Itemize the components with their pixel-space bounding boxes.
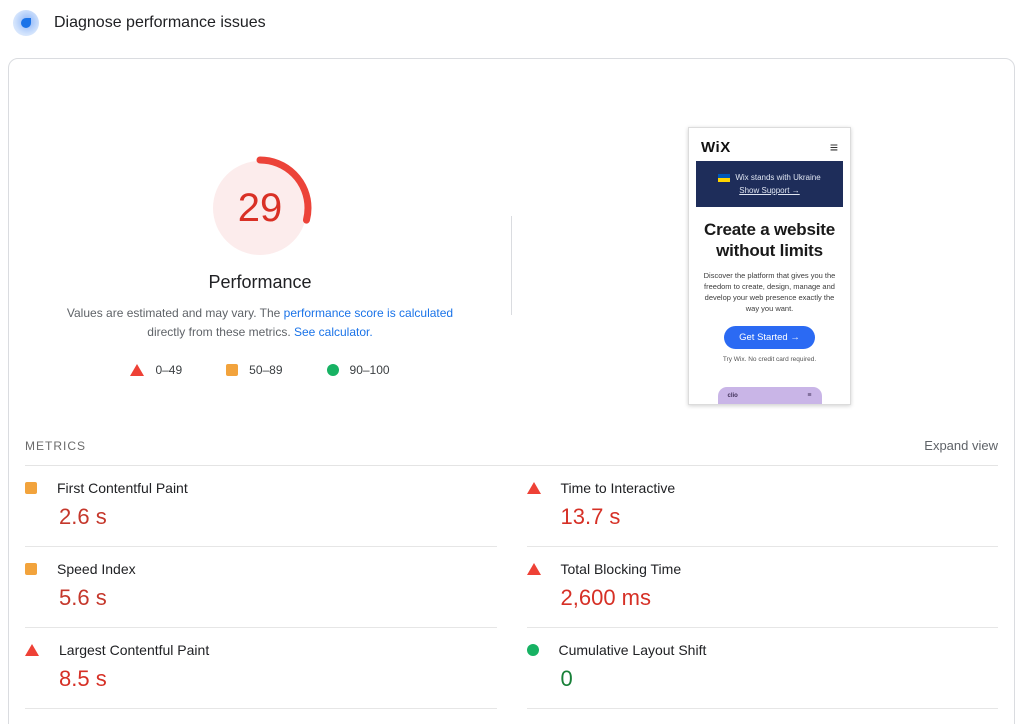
metrics-grid: First Contentful Paint 2.6 s Speed Index… <box>25 466 998 709</box>
score-calculated-link[interactable]: performance score is calculated <box>284 306 453 320</box>
chip-logo: clio <box>728 393 738 399</box>
metrics-header: METRICS Expand view <box>25 431 998 466</box>
metric-name: Time to Interactive <box>561 480 676 496</box>
disclaimer-text: Values are estimated and may vary. The <box>67 306 284 320</box>
performance-label: Performance <box>208 272 311 293</box>
screenshot-hero-heading: Create a website without limits <box>700 219 839 262</box>
banner-text: Wix stands with Ukraine <box>735 173 820 182</box>
metric-status-icon <box>25 482 37 494</box>
metric-name: Largest Contentful Paint <box>59 642 209 658</box>
metric-speed-index: Speed Index 5.6 s <box>25 547 497 628</box>
metric-name: First Contentful Paint <box>57 480 188 496</box>
legend-item-fail: 0–49 <box>130 363 182 377</box>
metric-largest-contentful-paint: Largest Contentful Paint 8.5 s <box>25 628 497 709</box>
metrics-section-title: METRICS <box>25 439 86 453</box>
score-pane: 29 Performance Values are estimated and … <box>9 59 511 377</box>
speedometer-needle-icon <box>21 18 31 28</box>
metric-value: 2,600 ms <box>561 585 999 611</box>
metric-value: 0 <box>561 666 999 692</box>
page-header: Diagnose performance issues <box>0 0 266 46</box>
metric-value: 5.6 s <box>59 585 497 611</box>
legend-range: 0–49 <box>155 363 182 377</box>
metric-status-icon <box>527 482 541 494</box>
score-disclaimer: Values are estimated and may vary. The p… <box>60 304 460 342</box>
metric-status-icon <box>527 563 541 575</box>
ukraine-flag-icon <box>718 174 730 182</box>
performance-score-value: 29 <box>205 153 315 263</box>
metric-name: Speed Index <box>57 561 136 577</box>
metric-value: 13.7 s <box>561 504 999 530</box>
final-screenshot-thumbnail[interactable]: WiX ≡ Wix stands with Ukraine Show Suppo… <box>688 127 851 405</box>
chip-hamburger-icon: ≡ <box>807 392 811 399</box>
performance-report-card: 29 Performance Values are estimated and … <box>8 58 1015 724</box>
hamburger-menu-icon: ≡ <box>830 139 838 155</box>
screenshot-hero-body: Discover the platform that gives you the… <box>699 270 840 315</box>
vertical-divider <box>511 216 512 315</box>
screenshot-bottom-chip: clio ≡ <box>718 387 822 404</box>
screenshot-fine-print: Try Wix. No credit card required. <box>696 356 843 363</box>
legend-range: 90–100 <box>350 363 390 377</box>
metric-status-icon <box>25 644 39 656</box>
screenshot-ukraine-banner: Wix stands with Ukraine Show Support → <box>696 161 843 207</box>
expand-view-button[interactable]: Expand view <box>924 438 998 453</box>
metric-time-to-interactive: Time to Interactive 13.7 s <box>527 466 999 547</box>
pass-circle-icon <box>327 364 339 376</box>
page-title: Diagnose performance issues <box>54 14 266 32</box>
metric-cumulative-layout-shift: Cumulative Layout Shift 0 <box>527 628 999 709</box>
wix-logo: WiX <box>701 139 731 156</box>
metric-first-contentful-paint: First Contentful Paint 2.6 s <box>25 466 497 547</box>
performance-score-gauge: 29 <box>205 153 315 263</box>
metric-total-blocking-time: Total Blocking Time 2,600 ms <box>527 547 999 628</box>
disclaimer-text: directly from these metrics. <box>147 325 294 339</box>
pagespeed-insights-icon <box>13 10 39 36</box>
metric-value: 8.5 s <box>59 666 497 692</box>
metrics-column-right: Time to Interactive 13.7 s Total Blockin… <box>527 466 999 709</box>
fail-triangle-icon <box>130 364 144 376</box>
average-square-icon <box>226 364 238 376</box>
metric-name: Cumulative Layout Shift <box>559 642 707 658</box>
legend-item-pass: 90–100 <box>327 363 390 377</box>
screenshot-site-header: WiX ≡ <box>696 135 843 159</box>
metric-name: Total Blocking Time <box>561 561 682 577</box>
metrics-column-left: First Contentful Paint 2.6 s Speed Index… <box>25 466 497 709</box>
metric-status-icon <box>527 644 539 656</box>
score-section: 29 Performance Values are estimated and … <box>9 59 1014 431</box>
legend-range: 50–89 <box>249 363 282 377</box>
see-calculator-link[interactable]: See calculator. <box>294 325 373 339</box>
legend-item-average: 50–89 <box>226 363 282 377</box>
metric-value: 2.6 s <box>59 504 497 530</box>
show-support-link: Show Support → <box>739 186 799 195</box>
score-legend: 0–49 50–89 90–100 <box>130 363 389 377</box>
get-started-button: Get Started → <box>724 326 815 349</box>
metric-status-icon <box>25 563 37 575</box>
